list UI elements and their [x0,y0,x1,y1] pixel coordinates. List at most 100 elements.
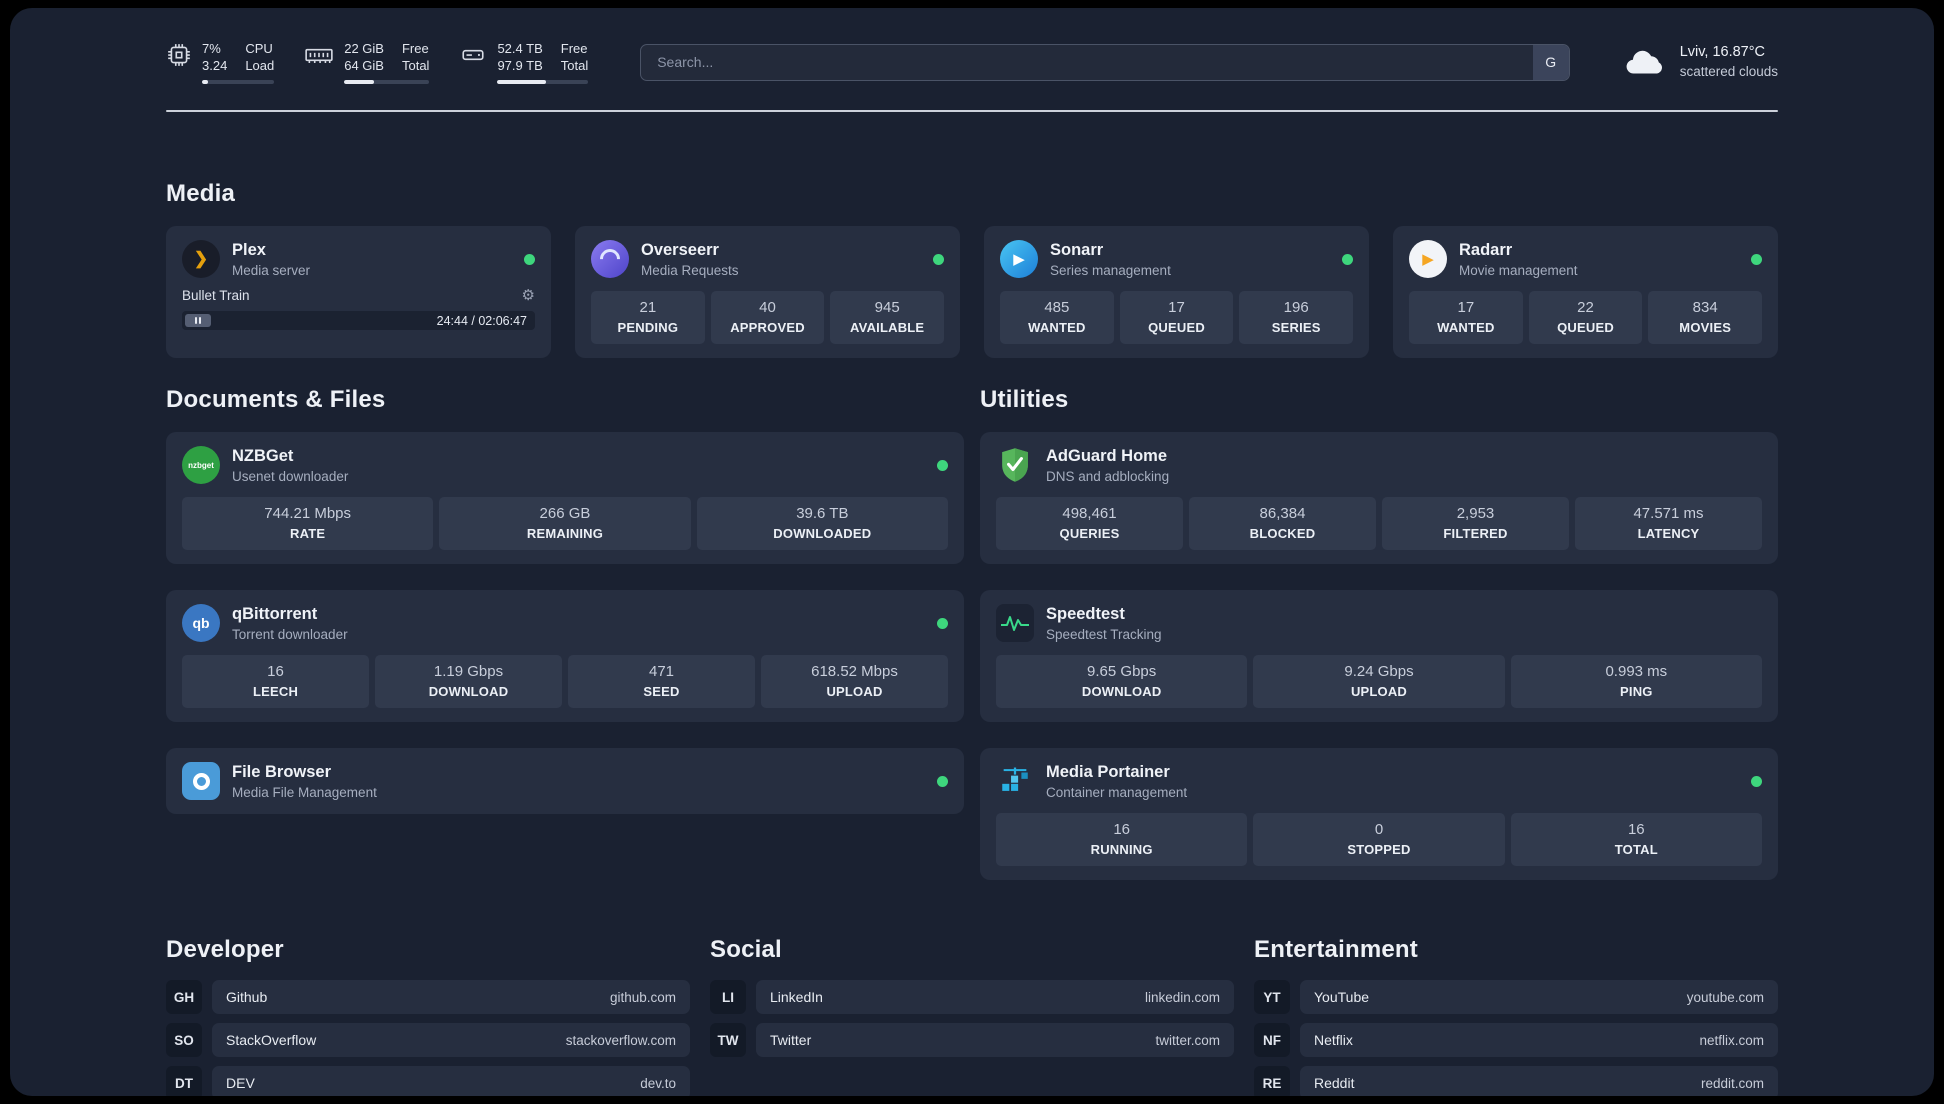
memory-free-label: Free [401,41,429,56]
bookmark-link-linkedin[interactable]: LinkedIn linkedin.com [756,980,1234,1014]
bookmark-link-twitter[interactable]: Twitter twitter.com [756,1023,1234,1057]
bookmark-link-stackoverflow[interactable]: StackOverflow stackoverflow.com [212,1023,690,1057]
service-card-portainer[interactable]: Media Portainer Container management 16 … [980,748,1778,880]
stat-tile: 618.52 Mbps UPLOAD [761,655,948,708]
memory-monitor: 22 GiB 64 GiB Free Total [304,40,430,84]
bookmark-link-youtube[interactable]: YouTube youtube.com [1300,980,1778,1014]
developer-section-title: Developer [166,936,284,963]
service-card-adguard[interactable]: AdGuard Home DNS and adblocking 498,461 … [980,432,1778,564]
service-card-nzbget[interactable]: nzbget NZBGet Usenet downloader 744.21 M… [166,432,964,564]
stackoverflow-abbr-icon: SO [166,1023,202,1057]
stat-value: 16 [1627,821,1645,838]
memory-total-label: Total [401,58,430,73]
qbittorrent-icon: qb [182,604,220,642]
stat-tile: 39.6 TB DOWNLOADED [696,497,948,550]
entertainment-bookmarks-section: Entertainment YT YouTube youtube.com NF … [1254,936,1778,1096]
stat-label: RUNNING [1090,842,1153,857]
service-card-overseerr[interactable]: Overseerr Media Requests 21 PENDING 40 A… [575,226,960,358]
stat-tile: 1.19 Gbps DOWNLOAD [375,655,562,708]
stat-label: AVAILABLE [850,320,925,335]
playback-progress-bar[interactable]: 24:44 / 02:06:47 [182,311,535,330]
bookmark-link-dev[interactable]: DEV dev.to [212,1066,690,1096]
youtube-abbr-icon: YT [1254,980,1290,1014]
cpu-load-label: Load [245,58,275,73]
stat-label: LEECH [252,684,299,699]
stat-value: 196 [1283,299,1309,316]
stat-label: DOWNLOAD [428,684,509,699]
stat-label: REMAINING [526,526,604,541]
stat-label: UPLOAD [826,684,883,699]
stat-label: FILTERED [1443,526,1508,541]
stat-label: SEED [643,684,680,699]
reddit-abbr-icon: RE [1254,1066,1290,1096]
portainer-crane-icon [996,762,1034,800]
service-subtitle: Media Requests [641,262,739,278]
stat-label: BLOCKED [1249,526,1316,541]
service-name: Radarr [1459,240,1513,259]
service-name: AdGuard Home [1046,446,1168,465]
cpu-monitor-body: 7% 3.24 CPU Load [202,40,275,84]
disk-free-value: 52.4 TB [497,41,543,56]
bookmark-row-youtube: YT YouTube youtube.com [1254,980,1778,1014]
stat-tile: 21 PENDING [591,291,705,344]
stat-tile: 86,384 BLOCKED [1189,497,1376,550]
bookmark-row-netflix: NF Netflix netflix.com [1254,1023,1778,1057]
stat-label: UPLOAD [1350,684,1408,699]
service-card-qbittorrent[interactable]: qb qBittorrent Torrent downloader 16 LEE… [166,590,964,722]
service-card-sonarr[interactable]: ▶ Sonarr Series management 485 WANTED 17… [984,226,1369,358]
stat-value: 21 [639,299,657,316]
twitter-abbr-icon: TW [710,1023,746,1057]
stat-value: 16 [1113,821,1130,838]
bookmark-link-netflix[interactable]: Netflix netflix.com [1300,1023,1778,1057]
nzbget-icon: nzbget [182,446,220,484]
service-card-filebrowser[interactable]: File Browser Media File Management [166,748,964,814]
status-dot-online [937,617,948,629]
github-abbr-icon: GH [166,980,202,1014]
cpu-progress-bar [202,80,275,84]
plex-icon: ❯ [182,240,220,278]
media-section-title: Media [166,180,236,207]
stat-value: 39.6 TB [796,505,849,522]
stat-value: 86,384 [1259,505,1306,522]
utilities-section-title: Utilities [980,386,1069,413]
service-subtitle: Usenet downloader [232,468,349,484]
stat-value: 40 [759,299,776,316]
search-input[interactable] [640,43,1570,81]
stat-tile: 266 GB REMAINING [439,497,691,550]
stat-tile: 0.993 ms PING [1510,655,1762,708]
gear-icon[interactable]: ⚙ [522,288,535,303]
service-card-radarr[interactable]: ▶ Radarr Movie management 17 WANTED 22 Q… [1393,226,1778,358]
bookmark-link-reddit[interactable]: Reddit reddit.com [1300,1066,1778,1096]
stat-tile: 485 WANTED [1000,291,1114,344]
cpu-usage-value: 7% [202,41,221,56]
cpu-label: CPU [245,41,273,56]
bookmark-link-github[interactable]: Github github.com [212,980,690,1014]
disk-total-label: Total [560,58,589,73]
service-name: qBittorrent [232,604,318,623]
bookmark-row-reddit: RE Reddit reddit.com [1254,1066,1778,1096]
status-dot-online [937,459,948,471]
stat-label: DOWNLOADED [773,526,872,541]
disk-progress-bar [497,80,589,84]
pause-button[interactable] [185,314,211,327]
stat-value: 9.24 Gbps [1344,663,1414,680]
stat-tile: 16 RUNNING [996,813,1248,866]
service-subtitle: Container management [1046,784,1188,800]
disk-total-value: 97.9 TB [497,58,543,73]
status-dot-online [524,253,535,265]
search-engine-button[interactable]: G [1532,44,1569,80]
status-dot-online [1751,253,1762,265]
bookmark-row-twitter: TW Twitter twitter.com [710,1023,1234,1057]
documents-section: Documents & Files nzbget NZBGet Usenet d… [166,386,964,814]
topbar: 7% 3.24 CPU Load 22 GiB 64 GiB Free Tota… [166,40,1778,84]
stat-tile: 40 APPROVED [710,291,825,344]
status-dot-online [937,775,948,787]
stat-value: 471 [648,663,675,680]
cpu-chip-icon [168,44,190,66]
service-card-plex[interactable]: ❯ Plex Media server Bullet Train ⚙ 24:44… [166,226,551,358]
stat-label: APPROVED [730,320,805,335]
weather-condition: scattered clouds [1679,64,1778,79]
stat-value: 47.571 ms [1633,505,1704,522]
bookmark-row-stackoverflow: SO StackOverflow stackoverflow.com [166,1023,690,1057]
service-card-speedtest[interactable]: Speedtest Speedtest Tracking 9.65 Gbps D… [980,590,1778,722]
